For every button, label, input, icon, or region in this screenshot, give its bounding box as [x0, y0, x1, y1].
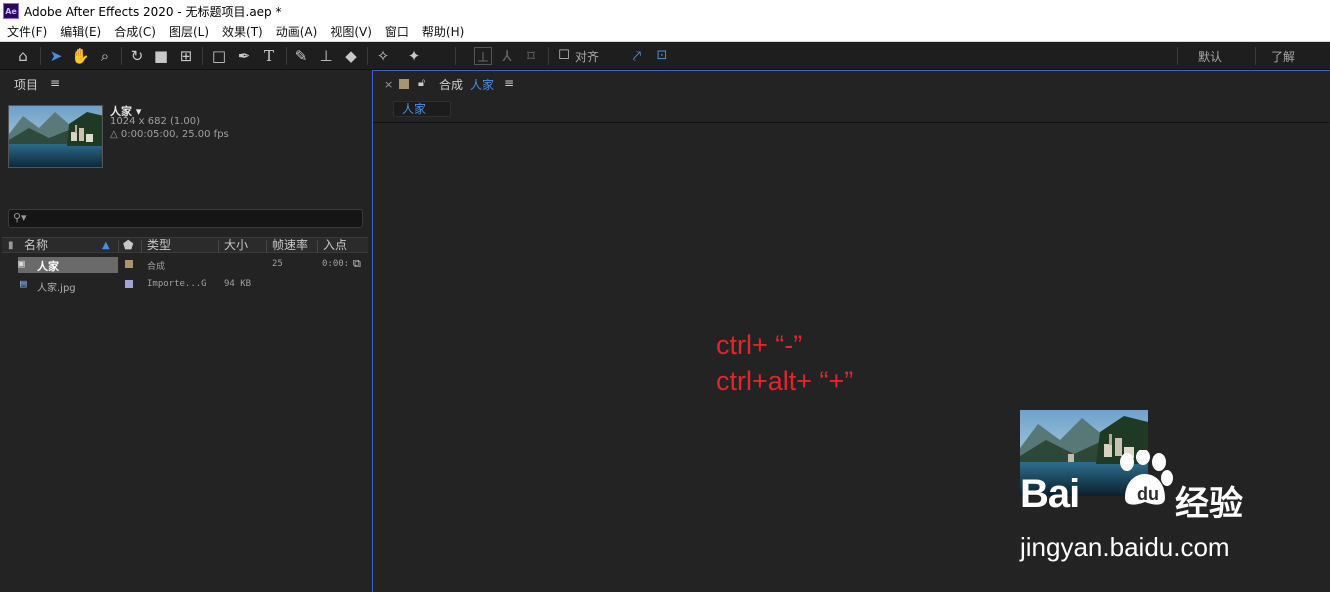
project-thumbnail	[8, 105, 103, 168]
menu-help[interactable]: 帮助(H)	[422, 23, 464, 40]
snap-features-icon[interactable]: ⊡	[653, 47, 671, 65]
search-icon: ⚲▾	[13, 211, 27, 224]
viewer-tab-name[interactable]: 人家	[470, 76, 494, 93]
viewer-tab-bar: × 🔓︎ 合成 人家 ≡ 人家	[373, 71, 1329, 123]
item-type: Importe...G	[147, 279, 207, 289]
world-axis-mode-icon[interactable]: ⅄	[498, 47, 516, 65]
item-name: 人家	[37, 260, 59, 273]
menu-effect[interactable]: 效果(T)	[222, 23, 263, 40]
eraser-tool-icon[interactable]: ◆	[342, 47, 360, 65]
title-bar: Ae Adobe After Effects 2020 - 无标题项目.aep …	[0, 0, 1330, 22]
clone-stamp-tool-icon[interactable]: ⊥	[317, 47, 335, 65]
rectangle-tool-icon[interactable]: □	[210, 47, 228, 65]
rotation-tool-icon[interactable]: ↻	[128, 47, 146, 65]
menu-layer[interactable]: 图层(L)	[169, 23, 209, 40]
local-axis-mode-icon[interactable]: ⟂	[474, 47, 492, 66]
menu-animation[interactable]: 动画(A)	[276, 23, 318, 40]
workspace-default[interactable]: 默认	[1198, 48, 1222, 65]
item-framerate: 25	[272, 259, 283, 269]
item-name: 人家.jpg	[37, 283, 76, 294]
baidu-paw-logo-icon: du	[1120, 450, 1173, 505]
type-tool-icon[interactable]: T	[260, 47, 278, 65]
panel-menu-icon[interactable]: ≡	[504, 76, 514, 90]
zoom-tool-icon[interactable]: ⌕	[96, 47, 114, 65]
menu-edit[interactable]: 编辑(E)	[60, 23, 101, 40]
column-marker-icon: ▮	[8, 240, 14, 251]
pan-behind-tool-icon[interactable]: ⊞	[177, 47, 195, 65]
project-item-row[interactable]: ▤ 人家.jpg Importe...G 94 KB	[2, 275, 352, 294]
label-tag-icon[interactable]: ⬟	[123, 238, 133, 253]
baidu-watermark: du Bai 经验 jingyan.baidu.com	[1015, 450, 1265, 565]
label-color-swatch[interactable]	[125, 260, 133, 268]
watermark-brand: Bai	[1020, 472, 1080, 516]
panel-menu-icon[interactable]: ≡	[50, 76, 60, 90]
annotation-zoom-out: ctrl+ “-”	[716, 330, 803, 360]
menu-file[interactable]: 文件(F)	[7, 23, 47, 40]
viewer-tab-prefix: 合成	[439, 78, 464, 92]
svg-text:du: du	[1137, 484, 1159, 504]
project-item-row[interactable]: ▣ 人家 合成 25 0:00: ⧉	[2, 255, 361, 274]
selection-tool-icon[interactable]: ➤	[47, 47, 65, 65]
image-file-icon: ▤	[20, 277, 27, 290]
item-in-point: 0:00:	[322, 259, 350, 269]
selected-item-dimensions: 1024 x 682 (1.00)	[110, 116, 201, 127]
sort-ascending-icon[interactable]: ▲	[102, 238, 110, 253]
composition-breadcrumb[interactable]: 人家	[393, 101, 451, 117]
puppet-pin-tool-icon[interactable]: ✦	[405, 47, 423, 65]
close-tab-icon[interactable]: ×	[384, 78, 393, 91]
lock-icon[interactable]: 🔓︎	[418, 76, 425, 90]
window-title: Adobe After Effects 2020 - 无标题项目.aep *	[24, 4, 282, 19]
item-type: 合成	[147, 262, 166, 272]
composition-icon: ▣	[18, 257, 25, 270]
project-tab[interactable]: 项目	[14, 76, 38, 93]
camera-tool-icon[interactable]: ■	[152, 47, 170, 65]
hand-tool-icon[interactable]: ✋	[71, 47, 90, 65]
workspace-learn[interactable]: 了解	[1271, 48, 1295, 65]
menu-composition[interactable]: 合成(C)	[114, 23, 156, 40]
roto-brush-tool-icon[interactable]: ✧	[374, 47, 392, 65]
project-search-input[interactable]: ⚲▾	[8, 209, 363, 228]
project-column-header: ▮ 名称 ▲ ⬟ 类型 大小 帧速率 入点	[2, 237, 368, 253]
menu-bar: 文件(F) 编辑(E) 合成(C) 图层(L) 效果(T) 动画(A) 视图(V…	[0, 22, 1330, 42]
annotation-zoom-in: ctrl+alt+ “+”	[716, 366, 854, 396]
selected-item-duration: △ 0:00:05:00, 25.00 fps	[110, 129, 229, 140]
flowchart-icon[interactable]: ⧉	[353, 257, 361, 271]
column-framerate[interactable]: 帧速率	[272, 238, 308, 253]
view-axis-mode-icon[interactable]: ⌑	[522, 47, 540, 65]
brush-tool-icon[interactable]: ✎	[292, 47, 310, 65]
column-name[interactable]: 名称	[24, 238, 48, 253]
snap-edges-icon[interactable]: ⤤	[628, 47, 646, 65]
column-type[interactable]: 类型	[147, 238, 171, 253]
after-effects-logo-icon: Ae	[3, 3, 19, 19]
tools-toolbar: ⌂ ➤ ✋ ⌕ ↻ ■ ⊞ □ ✒ T ✎ ⊥ ◆ ✧ ✦ ⟂ ⅄ ⌑ ☐ 对齐…	[0, 42, 1330, 70]
menu-window[interactable]: 窗口	[385, 23, 409, 40]
label-color-swatch[interactable]	[399, 79, 409, 89]
watermark-product: 经验	[1175, 485, 1243, 523]
snap-checkbox[interactable]: ☐	[555, 47, 573, 65]
column-in-point[interactable]: 入点	[323, 238, 347, 253]
menu-view[interactable]: 视图(V)	[330, 23, 372, 40]
column-size[interactable]: 大小	[224, 238, 248, 253]
label-color-swatch[interactable]	[125, 280, 133, 288]
watermark-url: jingyan.baidu.com	[1020, 532, 1230, 562]
item-size: 94 KB	[224, 279, 252, 289]
home-icon[interactable]: ⌂	[14, 47, 32, 65]
snap-label: 对齐	[575, 50, 600, 64]
pen-tool-icon[interactable]: ✒	[235, 47, 253, 65]
project-panel: 项目 ≡ 人家 ▾ 1024 x 682 (1.00) △ 0:00:05:00…	[0, 70, 370, 592]
